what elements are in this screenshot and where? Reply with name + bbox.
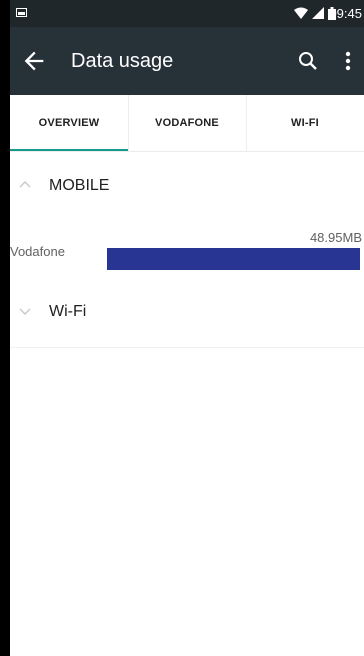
mobile-section-header[interactable]: MOBILE: [10, 164, 364, 208]
cell-signal-icon: [312, 7, 324, 19]
section-divider: [10, 347, 364, 348]
wifi-section-label: Wi-Fi: [49, 303, 87, 320]
data-usage-screen: 09:45 Data usage OVERVIEW VODAFONE WI-FI…: [10, 0, 364, 656]
carrier-label: Vodafone: [10, 244, 65, 259]
usage-bar-fill: [107, 248, 360, 270]
tab-bar: OVERVIEW VODAFONE WI-FI: [10, 95, 364, 152]
status-bar: 09:45: [10, 0, 364, 27]
mobile-section-label: MOBILE: [49, 177, 110, 194]
image-notification-icon: [16, 8, 27, 17]
chevron-down-icon: [19, 308, 31, 315]
arrow-back-icon[interactable]: [20, 47, 48, 75]
usage-amount: 48.95MB: [309, 230, 362, 245]
wifi-icon: [294, 7, 308, 19]
tab-wifi[interactable]: WI-FI: [246, 95, 364, 151]
page-title: Data usage: [71, 50, 174, 72]
status-time: 09:45: [329, 6, 362, 21]
usage-row-vodafone[interactable]: Vodafone 48.95MB: [10, 228, 364, 274]
tab-indicator: [10, 149, 128, 151]
search-icon[interactable]: [296, 49, 320, 73]
wifi-section-header[interactable]: Wi-Fi: [10, 290, 364, 334]
more-vert-icon[interactable]: [338, 48, 358, 74]
chevron-up-icon: [19, 181, 31, 188]
app-bar: Data usage: [10, 27, 364, 95]
tab-overview[interactable]: OVERVIEW: [10, 95, 128, 151]
usage-bar-track: [107, 248, 360, 270]
tab-vodafone[interactable]: VODAFONE: [128, 95, 246, 151]
